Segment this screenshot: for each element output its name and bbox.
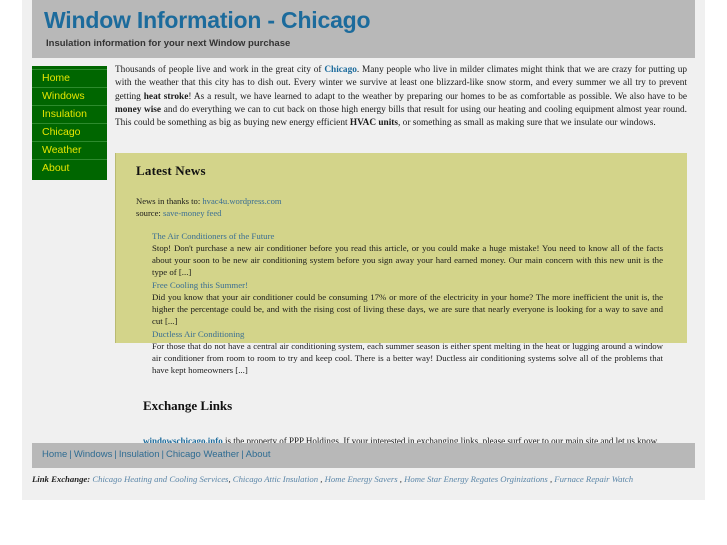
link-exchange-item-furnace-repair[interactable]: Furnace Repair Watch (554, 474, 633, 484)
exchange-links-section: Exchange Links windowschicago.info is th… (115, 398, 687, 447)
page-title: Window Information - Chicago (44, 7, 371, 33)
news-item-body: For those that do not have a central air… (152, 341, 663, 375)
latest-news-heading: Latest News (136, 163, 206, 178)
intro-paragraph: Thousands of people live and work in the… (115, 64, 687, 130)
footer-link-windows[interactable]: Windows (74, 449, 113, 460)
sidebar-item-home[interactable]: Home (32, 69, 107, 88)
news-credits: News in thanks to: hvac4u.wordpress.com … (136, 196, 669, 219)
footer-link-insulation[interactable]: Insulation (119, 449, 160, 460)
news-item-body: Did you know that your air conditioner c… (152, 292, 663, 326)
link-exchange-label: Link Exchange: (32, 474, 91, 484)
content-area: Home Windows Insulation Chicago Weather … (32, 58, 695, 446)
link-exchange-item-energy-savers[interactable]: Home Energy Savers (325, 474, 398, 484)
link-exchange-separator: , (549, 474, 553, 484)
site-header: Window Information - Chicago Insulation … (32, 0, 695, 58)
intro-text-1: Thousands of people live and work in the… (115, 65, 325, 75)
link-exchange-separator: , (228, 474, 231, 484)
intro-text-3: ! As a result, we have learned to adapt … (188, 91, 687, 102)
site-tagline: Insulation information for your next Win… (46, 38, 291, 49)
sidebar-item-weather[interactable]: Weather (32, 142, 107, 160)
footer-nav: Home | Windows | Insulation | Chicago Weather |… (32, 443, 695, 468)
link-exchange-item-heating-cooling[interactable]: Chicago Heating and Cooling Services (92, 474, 228, 484)
link-exchange-separator: , (320, 474, 323, 484)
intro-bold-money-wise: money wise (115, 104, 162, 115)
sidebar-nav: Home Windows Insulation Chicago Weather … (32, 66, 107, 180)
news-item-body: Stop! Don't purchase a new air condition… (152, 243, 663, 277)
news-item-title[interactable]: Ductless Air Conditioning (152, 328, 669, 340)
news-source-link[interactable]: save-money feed (163, 208, 221, 218)
sidebar-item-chicago[interactable]: Chicago (32, 124, 107, 142)
footer-link-about[interactable]: About (246, 449, 271, 460)
footer-link-home[interactable]: Home (42, 449, 67, 460)
news-item: Ductless Air Conditioning For those that… (152, 328, 669, 376)
news-list: The Air Conditioners of the Future Stop!… (152, 230, 669, 376)
intro-bold-heat-stroke: heat stroke (143, 91, 189, 102)
link-exchange-item-home-star[interactable]: Home Star Energy Regates Orginizations (404, 474, 548, 484)
chicago-link[interactable]: Chicago (324, 65, 357, 75)
news-credit-label: News in thanks to: (136, 196, 203, 206)
latest-news-panel: Latest News News in thanks to: hvac4u.wo… (115, 153, 687, 375)
link-exchange-footer: Link Exchange: Chicago Heating and Cooli… (32, 474, 712, 484)
news-item: Free Cooling this Summer! Did you know t… (152, 279, 669, 327)
sidebar-item-about[interactable]: About (32, 160, 107, 177)
news-credit-link[interactable]: hvac4u.wordpress.com (202, 196, 281, 206)
link-exchange-separator: , (399, 474, 402, 484)
news-item-title[interactable]: Free Cooling this Summer! (152, 279, 669, 291)
intro-text-5: , or something as small as making sure t… (398, 118, 656, 129)
footer-link-chicago-weather[interactable]: Chicago Weather (166, 449, 239, 460)
exchange-links-heading: Exchange Links (143, 398, 233, 413)
intro-bold-hvac-units: HVAC units (349, 118, 399, 129)
news-item: The Air Conditioners of the Future Stop!… (152, 230, 669, 278)
news-source-label: source: (136, 207, 163, 218)
link-exchange-item-attic-insulation[interactable]: Chicago Attic Insulation (233, 474, 318, 484)
news-item-title[interactable]: The Air Conditioners of the Future (152, 230, 669, 242)
page-root: Window Information - Chicago Insulation … (0, 0, 727, 545)
sidebar-item-windows[interactable]: Windows (32, 88, 107, 106)
sidebar-item-insulation[interactable]: Insulation (32, 106, 107, 124)
